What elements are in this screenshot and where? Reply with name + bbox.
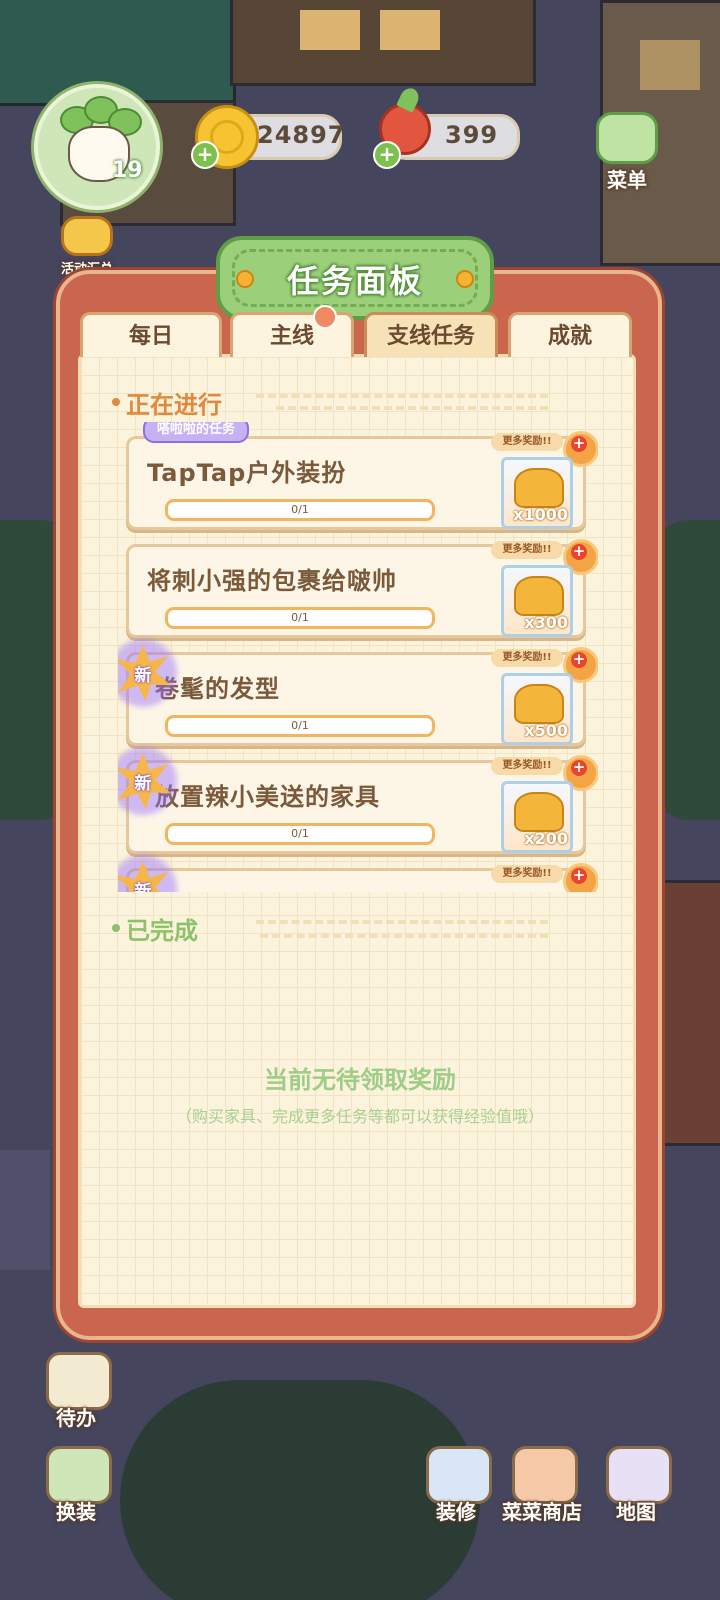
section-divider	[276, 406, 548, 414]
reward-box[interactable]: x1000	[501, 457, 573, 529]
task-name: 放置辣小美送的家具	[155, 783, 380, 811]
task-progress-text: 0/1	[291, 719, 309, 732]
todo-button[interactable]: 待办	[38, 1352, 114, 1432]
more-rewards-tag: 更多奖励!!	[491, 433, 563, 451]
reward-box[interactable]: x200	[501, 781, 573, 853]
section-in-progress: 正在进行	[126, 391, 222, 419]
shop-button[interactable]: 菜菜商店	[502, 1446, 582, 1526]
activity-icon	[61, 216, 113, 256]
reward-box[interactable]: x500	[501, 673, 573, 745]
task-list[interactable]: 嗒啦啦的任务 TapTap户外装扮 0/1 更多奖励!! x1000 将刺小强的…	[118, 422, 598, 892]
task-owner-tag: 嗒啦啦的任务	[143, 422, 250, 443]
task-name: TapTap户外装扮	[147, 459, 347, 487]
task-progress-text: 0/1	[291, 611, 309, 624]
task-card[interactable]: 放置辣小美送的家具 0/1 更多奖励!! x200 新	[118, 747, 598, 854]
empty-rewards-title: 当前无待领取奖励	[264, 1066, 456, 1094]
task-progress-text: 0/1	[291, 827, 309, 840]
map-button[interactable]: 地图	[598, 1446, 674, 1526]
expand-rewards-icon[interactable]	[563, 863, 598, 892]
player-level: 19	[112, 158, 143, 183]
reward-amount: x500	[524, 721, 568, 740]
section-divider	[260, 934, 548, 942]
task-card[interactable]: 卷髦的发型 0/1 更多奖励!! x500 新	[118, 639, 598, 746]
task-card[interactable]: 嗒啦啦的任务 TapTap户外装扮 0/1 更多奖励!! x1000	[126, 422, 598, 530]
task-card[interactable]: 更多奖励!! 新	[118, 855, 598, 892]
add-radish-button[interactable]: +	[373, 141, 401, 169]
tab-main-label: 主线	[269, 324, 314, 349]
coin-pile-icon	[514, 468, 564, 508]
tab-daily[interactable]: 每日	[80, 312, 222, 357]
reward-amount: x1000	[513, 505, 568, 524]
empty-rewards-hint: （购买家具、完成更多任务等都可以获得经验值哦）	[175, 1107, 544, 1126]
menu-icon	[596, 112, 658, 164]
more-rewards-tag: 更多奖励!!	[491, 865, 563, 883]
panel-title: 任务面板	[286, 262, 423, 300]
tab-main[interactable]: 主线	[230, 305, 354, 357]
section-dot	[112, 398, 120, 406]
coin-counter[interactable]: + 24897	[191, 105, 345, 169]
reward-amount: x300	[524, 613, 568, 632]
panel-title-plate: 任务面板	[216, 236, 494, 320]
reward-box[interactable]: x300	[501, 565, 573, 637]
menu-button[interactable]: 菜单	[592, 112, 662, 193]
tab-main-badge	[313, 305, 337, 329]
dress-up-button[interactable]: 换装	[38, 1446, 114, 1526]
section-divider	[256, 394, 548, 402]
task-name: 将刺小强的包裹给啵帅	[147, 567, 397, 595]
radish-amount: 399	[445, 121, 499, 149]
reward-amount: x200	[524, 829, 568, 848]
tab-achievements[interactable]: 成就	[508, 312, 632, 357]
coin-pile-icon	[514, 684, 564, 724]
radish-counter[interactable]: + 399	[373, 103, 520, 169]
coin-pile-icon	[514, 792, 564, 832]
more-rewards-tag: 更多奖励!!	[491, 541, 563, 559]
activity-summary-button[interactable]: 活动汇总	[54, 216, 120, 277]
more-rewards-tag: 更多奖励!!	[491, 757, 563, 775]
task-progress-text: 0/1	[291, 503, 309, 516]
coin-amount: 24897	[257, 121, 346, 149]
section-divider	[256, 920, 548, 928]
section-dot	[112, 924, 120, 932]
section-completed: 已完成	[126, 917, 198, 945]
decorate-button[interactable]: 装修	[418, 1446, 494, 1526]
coin-pile-icon	[514, 576, 564, 616]
task-card[interactable]: 将刺小强的包裹给啵帅 0/1 更多奖励!! x300	[126, 539, 598, 638]
more-rewards-tag: 更多奖励!!	[491, 649, 563, 667]
add-coins-button[interactable]: +	[191, 141, 219, 169]
tab-side-quests[interactable]: 支线任务	[364, 312, 498, 357]
player-avatar[interactable]	[34, 84, 160, 210]
